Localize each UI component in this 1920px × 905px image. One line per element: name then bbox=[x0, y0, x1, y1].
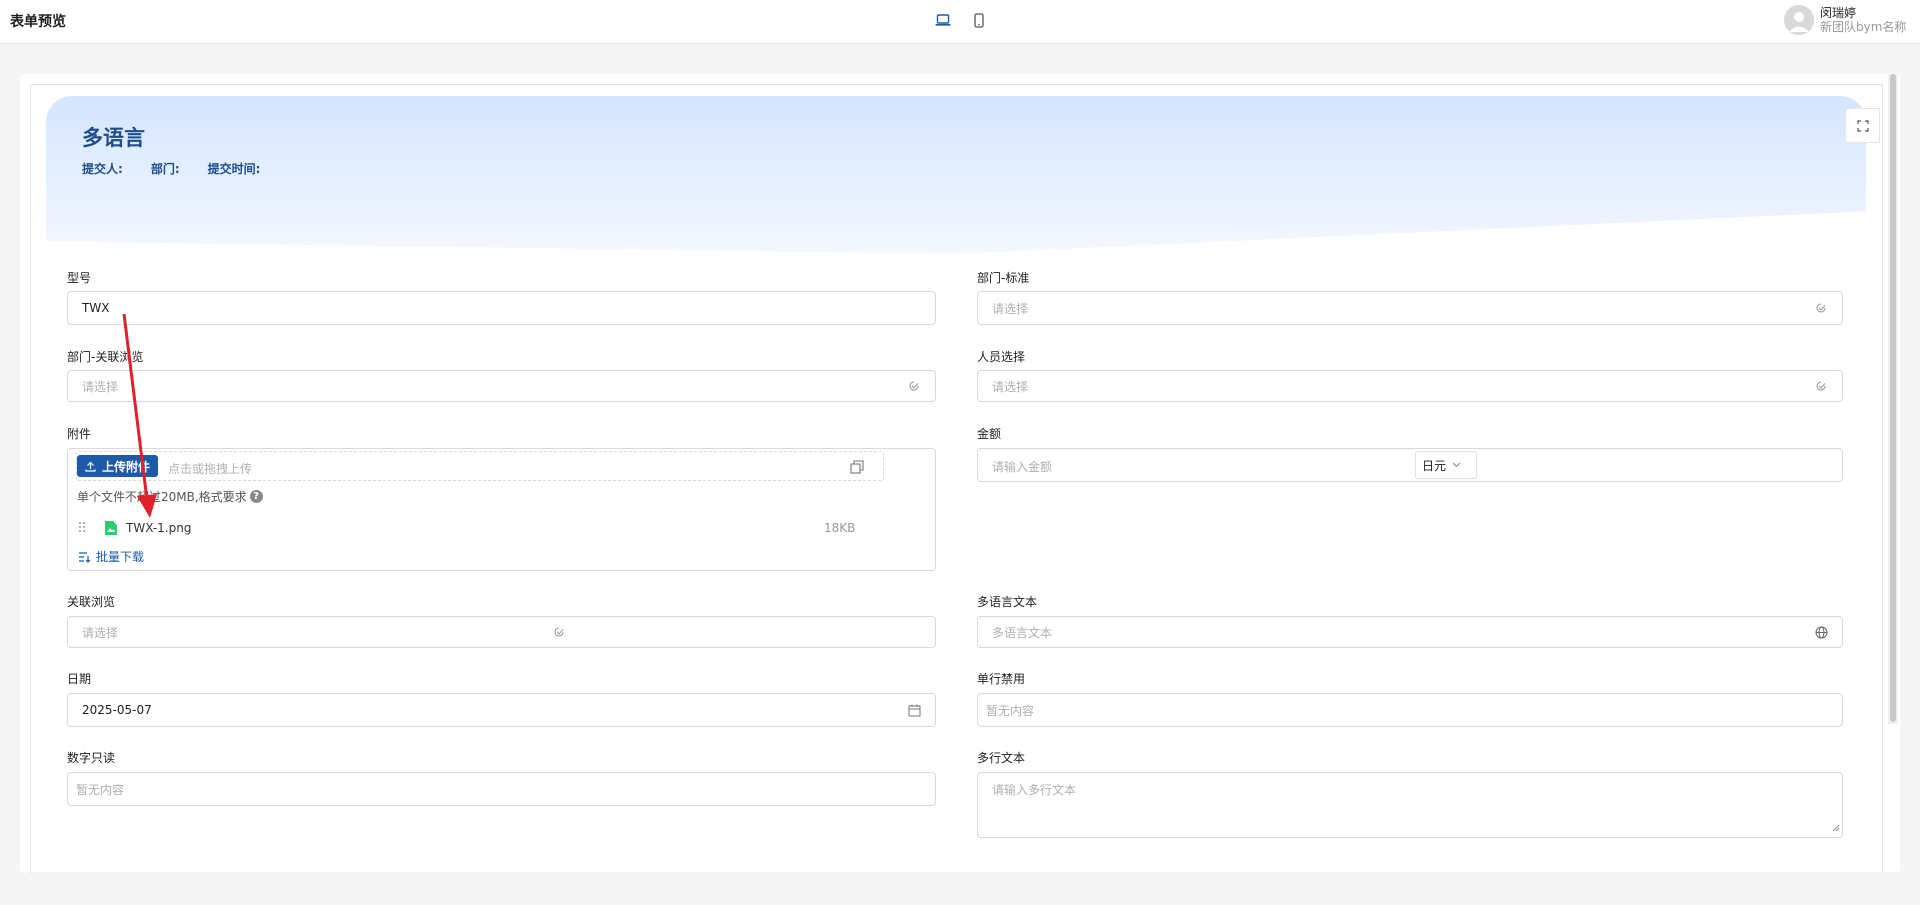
date-picker[interactable]: 2025-05-07 bbox=[67, 693, 936, 727]
submit-time-label: 提交时间: bbox=[207, 162, 261, 176]
drag-handle-icon[interactable] bbox=[78, 521, 92, 536]
attachment-label: 附件 bbox=[67, 427, 92, 441]
calendar-icon[interactable] bbox=[907, 703, 921, 717]
batch-download-button[interactable]: 批量下载 bbox=[78, 548, 144, 565]
model-label: 型号 bbox=[67, 271, 92, 285]
currency-select[interactable]: 日元 bbox=[1415, 451, 1477, 479]
submitter-label: 提交人: bbox=[82, 162, 123, 176]
upload-hint: 点击或拖拽上传 bbox=[168, 462, 253, 476]
paste-icon[interactable] bbox=[850, 460, 864, 478]
dept-standard-placeholder: 请选择 bbox=[992, 301, 1029, 316]
form-meta: 提交人: 部门: 提交时间: bbox=[82, 160, 260, 177]
dept-link-placeholder: 请选择 bbox=[82, 379, 119, 394]
number-readonly-field: 暂无内容 bbox=[67, 772, 936, 806]
single-disabled-label: 单行禁用 bbox=[977, 672, 1026, 686]
image-file-icon bbox=[104, 520, 118, 536]
number-readonly-value: 暂无内容 bbox=[76, 782, 125, 797]
upload-icon bbox=[85, 461, 96, 472]
person-label: 人员选择 bbox=[977, 350, 1026, 364]
amount-label: 金额 bbox=[977, 427, 1002, 441]
person-placeholder: 请选择 bbox=[992, 379, 1029, 394]
top-bar: 表单预览 闵瑞婷 新团队bym名称 bbox=[0, 0, 1920, 44]
upload-button-label: 上传附件 bbox=[102, 459, 151, 474]
chevron-down-icon bbox=[1452, 462, 1461, 468]
select-check-icon bbox=[907, 379, 921, 393]
date-label: 日期 bbox=[67, 672, 92, 686]
file-name[interactable]: TWX-1.png bbox=[126, 521, 191, 535]
attachment-box: 上传附件 点击或拖拽上传 单个文件不超过20MB,格式要求 ? TWX-1.pn… bbox=[67, 448, 936, 571]
batch-download-label: 批量下载 bbox=[96, 550, 145, 564]
file-item[interactable]: TWX-1.png 18KB bbox=[78, 519, 923, 537]
team-name: 新团队bym名称 bbox=[1820, 20, 1907, 34]
upload-button[interactable]: 上传附件 bbox=[77, 455, 159, 477]
upload-dropzone[interactable]: 上传附件 点击或拖拽上传 bbox=[76, 451, 884, 481]
single-disabled-field: 暂无内容 bbox=[977, 693, 1843, 727]
dept-standard-label: 部门-标准 bbox=[977, 271, 1030, 285]
dept-standard-select[interactable]: 请选择 bbox=[977, 291, 1843, 325]
select-check-icon bbox=[1814, 301, 1828, 315]
number-readonly-label: 数字只读 bbox=[67, 751, 116, 765]
ml-text-label: 多语言文本 bbox=[977, 595, 1038, 609]
person-select[interactable]: 请选择 bbox=[977, 370, 1843, 402]
select-check-icon bbox=[552, 625, 566, 639]
department-label: 部门: bbox=[150, 162, 180, 176]
resize-handle-icon[interactable] bbox=[1832, 821, 1840, 835]
currency-value: 日元 bbox=[1422, 458, 1447, 473]
batch-download-icon bbox=[79, 551, 91, 563]
date-value: 2025-05-07 bbox=[82, 703, 152, 717]
dept-link-select[interactable]: 请选择 bbox=[67, 370, 936, 402]
user-menu[interactable]: 闵瑞婷 新团队bym名称 bbox=[1784, 5, 1906, 35]
user-name: 闵瑞婷 bbox=[1820, 6, 1857, 20]
ml-text-input[interactable]: 多语言文本 bbox=[977, 616, 1843, 648]
user-info: 闵瑞婷 新团队bym名称 bbox=[1820, 6, 1906, 34]
multiline-textarea[interactable]: 请输入多行文本 bbox=[977, 772, 1843, 838]
globe-icon[interactable] bbox=[1814, 625, 1828, 639]
single-disabled-value: 暂无内容 bbox=[986, 703, 1035, 718]
amount-input-group[interactable]: 请输入金额 日元 bbox=[977, 448, 1843, 482]
expand-icon bbox=[1856, 119, 1869, 132]
link-browse-select[interactable]: 请选择 bbox=[67, 616, 936, 648]
model-input[interactable]: TWX bbox=[67, 291, 936, 325]
amount-placeholder: 请输入金额 bbox=[992, 460, 1053, 474]
link-browse-placeholder: 请选择 bbox=[82, 625, 119, 640]
avatar bbox=[1784, 5, 1814, 35]
mobile-icon[interactable] bbox=[970, 10, 988, 30]
link-browse-label: 关联浏览 bbox=[67, 595, 116, 609]
laptop-icon[interactable] bbox=[934, 10, 952, 30]
dept-link-label: 部门-关联浏览 bbox=[67, 350, 144, 364]
multiline-placeholder: 请输入多行文本 bbox=[992, 783, 1077, 797]
ml-text-placeholder: 多语言文本 bbox=[992, 625, 1053, 640]
page-title: 表单预览 bbox=[10, 14, 66, 30]
upload-note: 单个文件不超过20MB,格式要求 ? bbox=[77, 488, 263, 505]
form-title: 多语言 bbox=[82, 126, 145, 150]
device-switch bbox=[934, 10, 988, 30]
file-size: 18KB bbox=[824, 521, 856, 535]
multiline-label: 多行文本 bbox=[977, 751, 1026, 765]
scrollbar-thumb[interactable] bbox=[1890, 74, 1896, 722]
model-value: TWX bbox=[82, 301, 110, 315]
help-icon[interactable]: ? bbox=[249, 490, 263, 503]
fullscreen-button[interactable] bbox=[1845, 108, 1880, 143]
select-check-icon bbox=[1814, 379, 1828, 393]
upload-note-text: 单个文件不超过20MB,格式要求 bbox=[77, 490, 247, 504]
